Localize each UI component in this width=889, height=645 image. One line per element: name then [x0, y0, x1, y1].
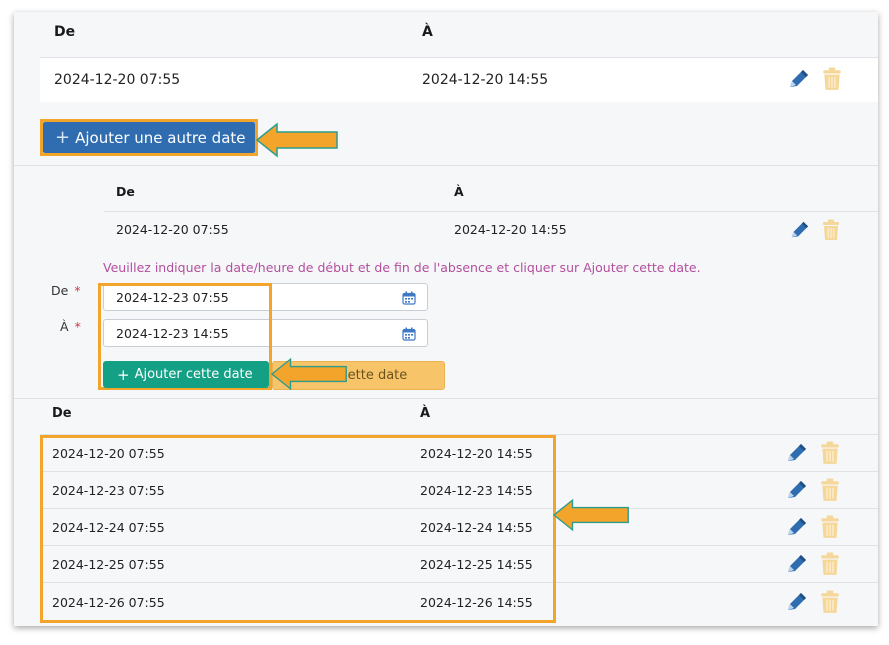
calendar-icon[interactable] [402, 327, 416, 341]
divider [14, 398, 878, 399]
calendar-icon[interactable] [402, 291, 416, 305]
trash-icon[interactable] [818, 478, 842, 502]
bottom-table-header-from: De [52, 406, 72, 421]
trash-icon[interactable] [818, 441, 842, 465]
add-this-date-button[interactable]: + Ajouter cette date [103, 361, 269, 388]
highlight-box [40, 119, 258, 156]
top-table-header-to: À [422, 24, 433, 40]
trash-icon[interactable] [818, 552, 842, 576]
trash-icon[interactable] [820, 67, 844, 91]
pencil-icon[interactable] [784, 591, 808, 613]
pencil-icon[interactable] [784, 553, 808, 575]
row-to: 2024-12-20 14:55 [422, 72, 549, 88]
to-field-label: À * [60, 319, 81, 334]
add-this-date-label: Ajouter cette date [134, 367, 253, 382]
row-from: 2024-12-20 07:55 [116, 222, 229, 237]
bottom-table-header-to: À [420, 406, 431, 421]
arrow-left-callout [256, 123, 338, 157]
arrow-left-callout [553, 499, 629, 531]
pencil-icon[interactable] [786, 68, 810, 90]
table-row: 2024-12-20 07:55 2024-12-20 14:55 [40, 58, 878, 102]
top-table-header-from: De [54, 24, 76, 40]
nested-table-header-to: À [454, 184, 464, 199]
nested-table-header-from: De [116, 184, 135, 199]
pencil-icon[interactable] [784, 479, 808, 501]
table-row: 2024-12-20 07:55 2024-12-20 14:55 [104, 212, 878, 248]
form-hint: Veuillez indiquer la date/heure de début… [103, 260, 701, 275]
highlight-box [40, 435, 556, 623]
pencil-icon[interactable] [784, 516, 808, 538]
plus-icon: + [117, 365, 130, 384]
row-from: 2024-12-20 07:55 [54, 72, 181, 88]
divider [14, 165, 878, 166]
pencil-icon[interactable] [784, 442, 808, 464]
from-field-label: De * [51, 283, 81, 298]
absence-dates-panel: De À 2024-12-20 07:55 2024-12-20 14:55 +… [14, 12, 878, 626]
pencil-icon[interactable] [788, 220, 810, 240]
trash-icon[interactable] [818, 515, 842, 539]
row-to: 2024-12-20 14:55 [454, 222, 567, 237]
trash-icon[interactable] [818, 590, 842, 614]
arrow-left-callout [271, 358, 347, 390]
trash-icon[interactable] [820, 219, 842, 241]
